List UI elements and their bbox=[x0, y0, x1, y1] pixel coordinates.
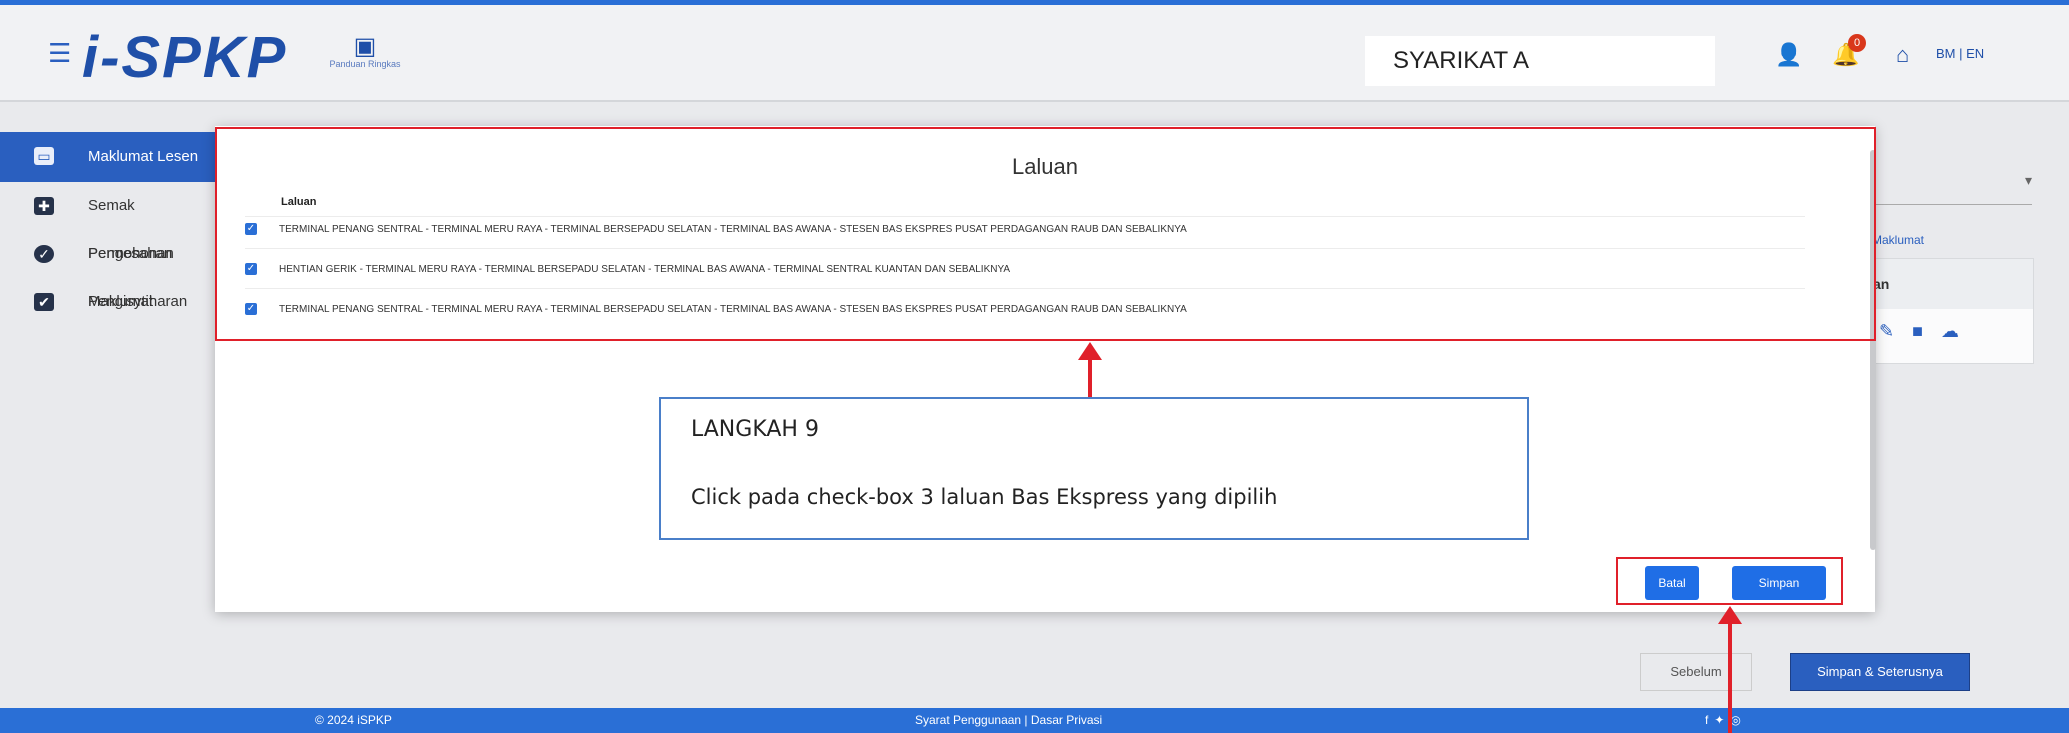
sidebar-item-label: Maklumat Lesen bbox=[88, 148, 199, 165]
route-list-highlight bbox=[215, 127, 1876, 341]
hamburger-menu-icon[interactable]: ☰ bbox=[48, 38, 71, 69]
delete-icon[interactable]: ■ bbox=[1912, 321, 1941, 341]
sidebar-item-semak-permohonan[interactable]: ✚ Semak Permohonan bbox=[0, 182, 220, 262]
arrow-line bbox=[1088, 358, 1092, 397]
app-header: ☰ i-SPKP ▣ Panduan Ringkas SYARIKAT A 👤 … bbox=[0, 0, 2069, 102]
home-icon[interactable]: ⌂ bbox=[1896, 42, 1909, 68]
callout-text: Click pada check-box 3 laluan Bas Ekspre… bbox=[691, 485, 1278, 509]
sidebar-item-label: Pengisytiharan bbox=[88, 293, 188, 310]
right-hint-link[interactable]: Maklumat bbox=[1872, 233, 1924, 247]
company-name-display: SYARIKAT A bbox=[1365, 36, 1715, 86]
sidebar: ▭ Maklumat Lesen ✚ Semak Permohonan ✓ Pe… bbox=[0, 132, 220, 326]
right-info-card: an ✎■☁ bbox=[1872, 258, 2034, 364]
language-switch[interactable]: BM | EN bbox=[1936, 46, 1984, 61]
edit-icon[interactable]: ✎ bbox=[1879, 321, 1912, 341]
sidebar-item-pengesahan[interactable]: ✓ Pengesahan Maklumat bbox=[0, 230, 220, 310]
previous-button[interactable]: Sebelum bbox=[1640, 653, 1752, 691]
header-accent-bar bbox=[0, 0, 2069, 5]
chevron-down-icon: ▾ bbox=[2024, 172, 2032, 188]
footer-copyright: © 2024 iSPKP bbox=[315, 713, 392, 727]
guide-book-icon: ▣ bbox=[353, 33, 377, 60]
social-icons: f✦◎ bbox=[1705, 708, 1747, 733]
checkbox-icon: ✔ bbox=[34, 293, 54, 311]
right-card-actions: ✎■☁ bbox=[1879, 321, 1977, 342]
page-footer: © 2024 iSPKP Syarat Penggunaan | Dasar P… bbox=[0, 708, 2069, 733]
app-logo[interactable]: i-SPKP bbox=[82, 24, 287, 91]
arrow-line bbox=[1728, 622, 1732, 733]
right-card-header: an bbox=[1873, 259, 2033, 309]
modal-buttons-highlight bbox=[1616, 557, 1843, 605]
user-profile-icon[interactable]: 👤 bbox=[1775, 42, 1802, 68]
verified-icon: ✓ bbox=[34, 245, 54, 263]
instagram-icon[interactable]: ◎ bbox=[1730, 713, 1746, 727]
quick-guide-link[interactable]: ▣ Panduan Ringkas bbox=[300, 33, 430, 70]
folder-icon: ▭ bbox=[34, 147, 54, 165]
sidebar-item-maklumat-lesen[interactable]: ▭ Maklumat Lesen bbox=[0, 132, 220, 182]
upload-cloud-icon[interactable]: ☁ bbox=[1941, 321, 1977, 341]
callout-heading: LANGKAH 9 bbox=[691, 417, 819, 442]
comment-icon: ✚ bbox=[34, 197, 54, 215]
footer-links[interactable]: Syarat Penggunaan | Dasar Privasi bbox=[915, 708, 1102, 733]
notification-count-badge: 0 bbox=[1848, 34, 1866, 52]
sidebar-item-pengisytiharan[interactable]: ✔ Pengisytiharan bbox=[0, 278, 220, 326]
right-select-field[interactable]: ▾ bbox=[1872, 158, 2032, 205]
guide-label: Panduan Ringkas bbox=[329, 59, 401, 69]
facebook-icon[interactable]: f bbox=[1705, 713, 1714, 727]
tutorial-callout: LANGKAH 9 Click pada check-box 3 laluan … bbox=[659, 397, 1529, 540]
save-next-button[interactable]: Simpan & Seterusnya bbox=[1790, 653, 1970, 691]
